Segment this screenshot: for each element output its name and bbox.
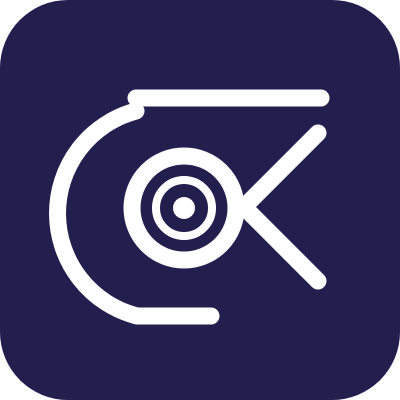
logo-eye-pupil xyxy=(173,197,195,219)
eye-k-logo-icon xyxy=(0,0,400,400)
app-icon-container xyxy=(0,0,400,400)
